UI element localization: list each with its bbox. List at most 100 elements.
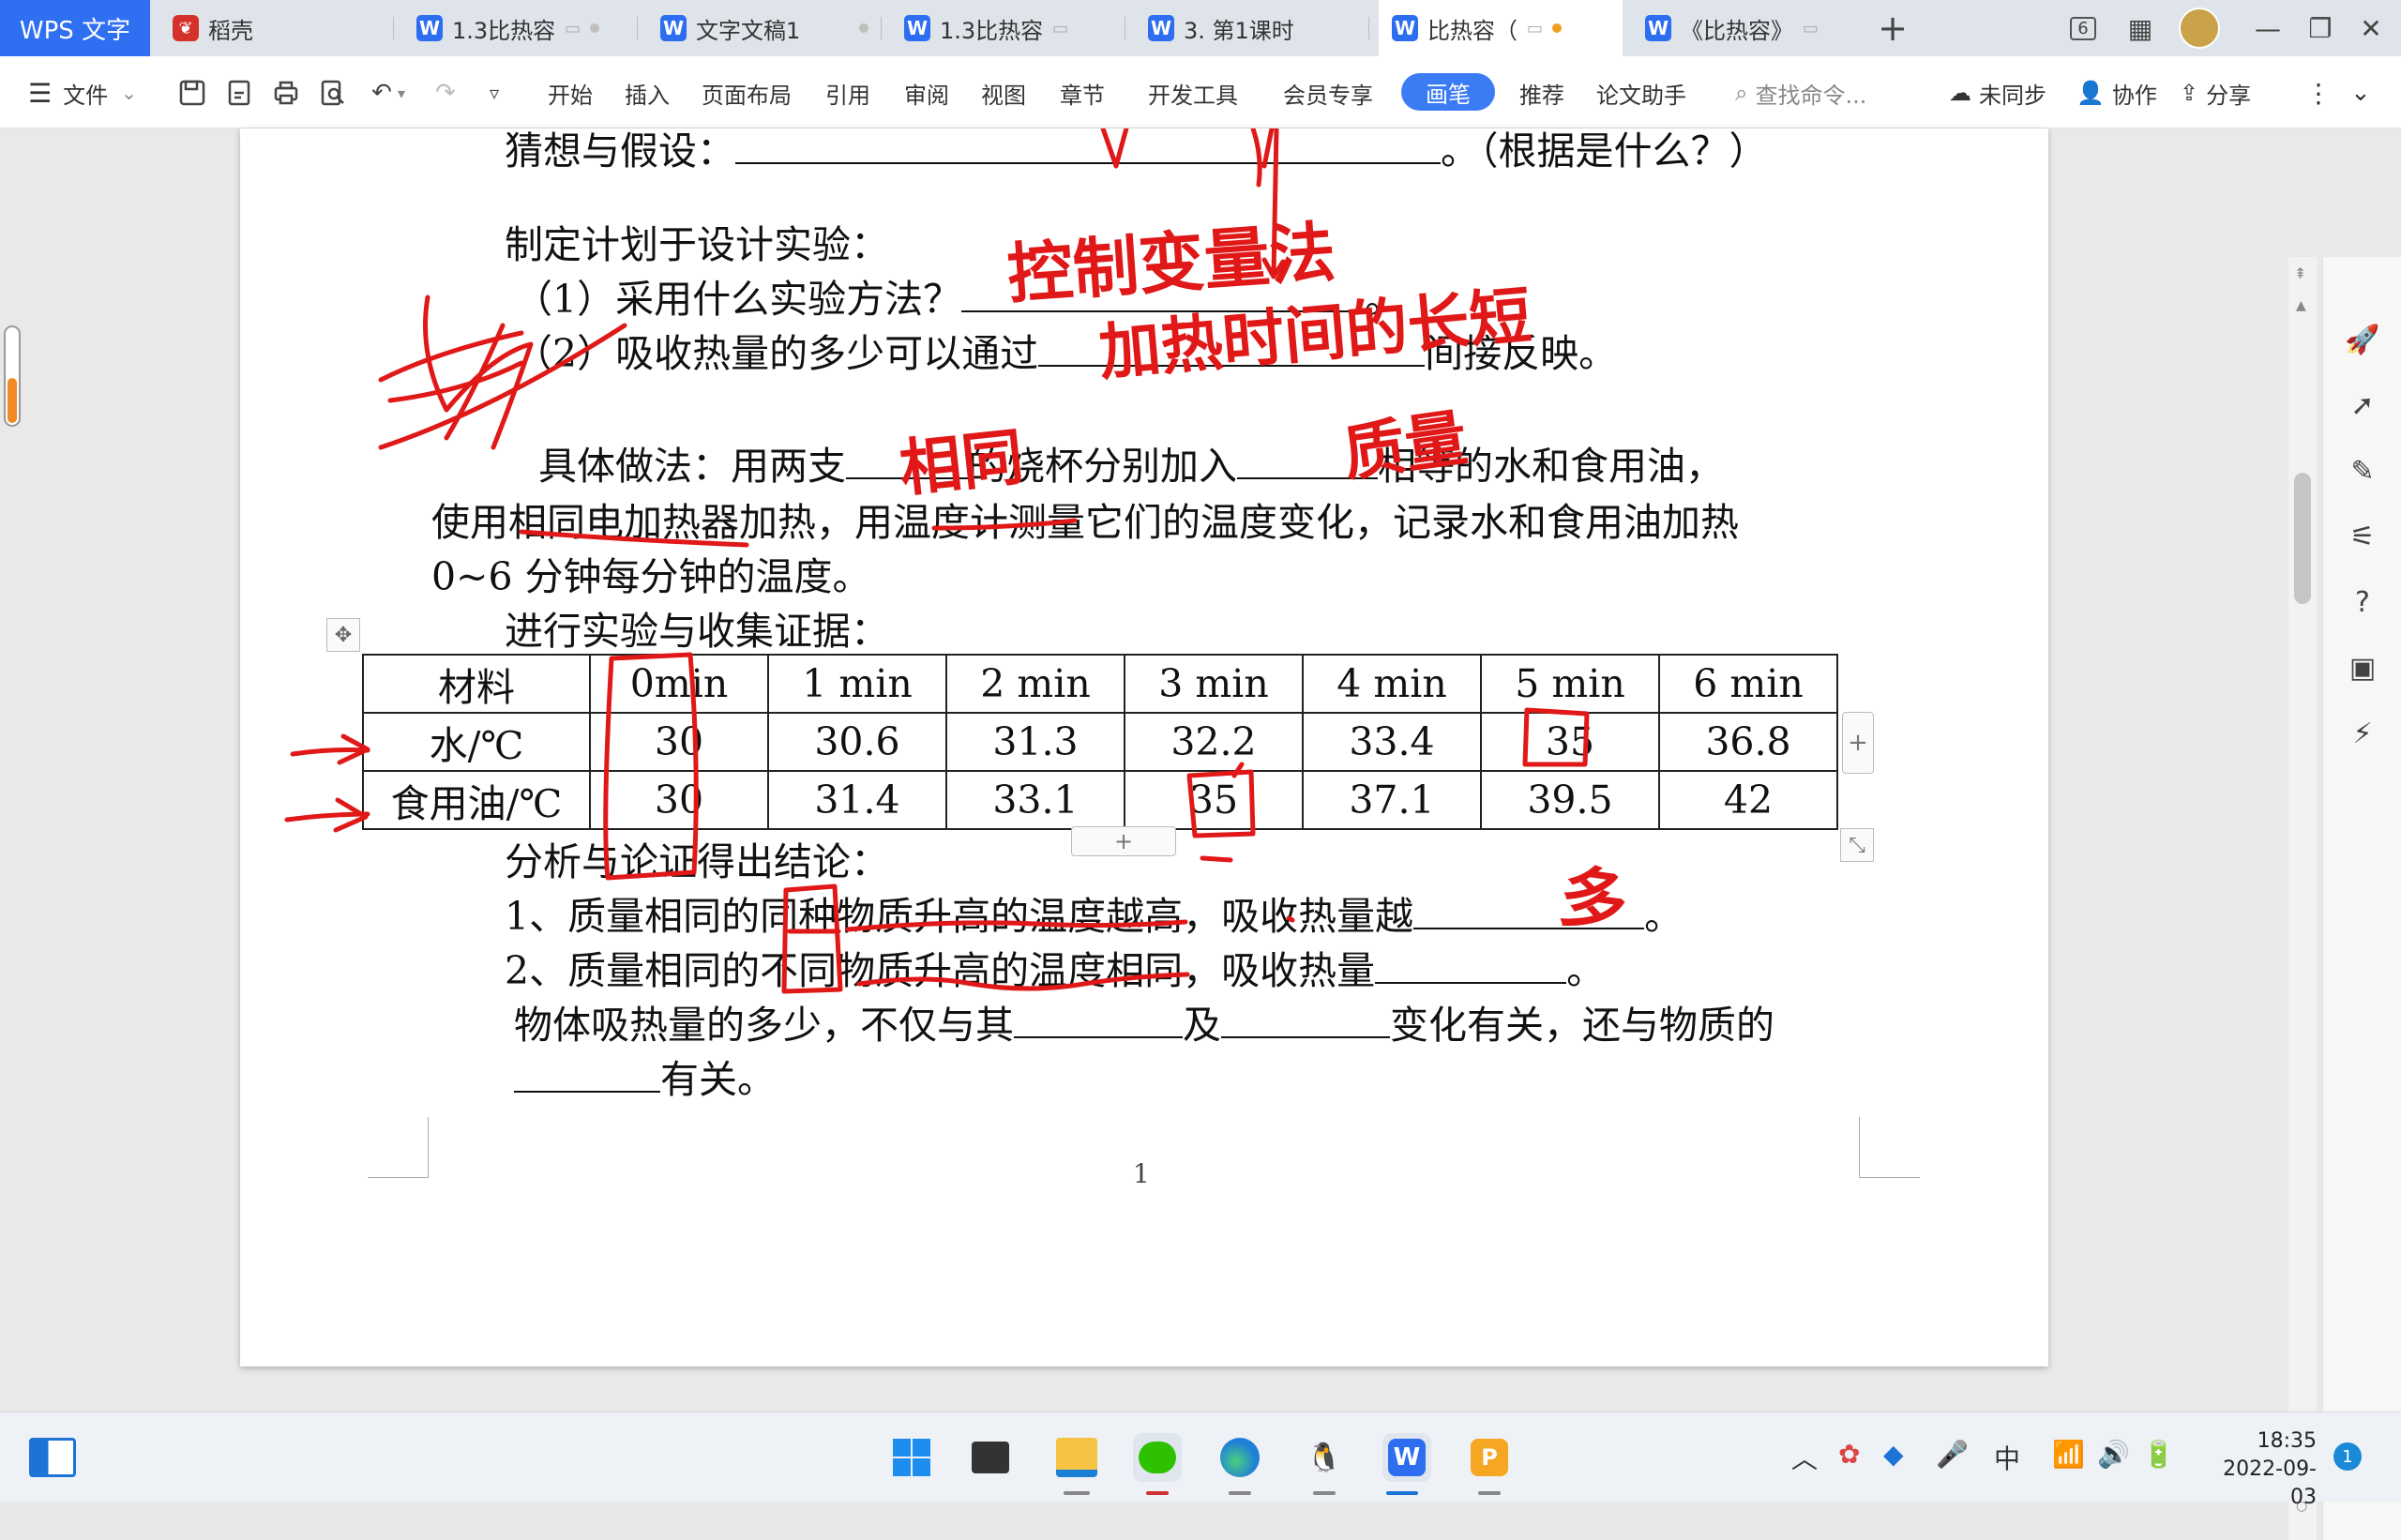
- method-blank-1[interactable]: [846, 445, 968, 479]
- rocket-icon[interactable]: 🚀: [2344, 321, 2381, 358]
- minimize-icon[interactable]: —: [2247, 9, 2288, 47]
- lightning-icon[interactable]: ⚡: [2344, 715, 2381, 752]
- close-icon[interactable]: ✕: [2350, 9, 2392, 47]
- menu-chapter[interactable]: 章节: [1060, 75, 1105, 111]
- q2-blank[interactable]: [1038, 333, 1426, 367]
- tab-doc-4[interactable]: W 3. 第1课时: [1135, 0, 1369, 56]
- wps-home-tab[interactable]: WPS 文字: [0, 0, 150, 56]
- table-cell[interactable]: 35: [1124, 770, 1304, 830]
- hypothesis-blank[interactable]: [735, 130, 1441, 164]
- tray-app-icon-2[interactable]: ◆: [1883, 1439, 1904, 1470]
- table-cell[interactable]: 30.6: [767, 712, 947, 772]
- unsaved-dot[interactable]: [1552, 23, 1563, 33]
- scroll-top-icon[interactable]: ⇞: [2294, 264, 2306, 282]
- add-row-icon[interactable]: +: [1071, 826, 1176, 856]
- table-cell[interactable]: 水/℃: [362, 712, 591, 772]
- tray-overflow-icon[interactable]: ︿: [1791, 1439, 1818, 1476]
- vertical-scrollbar[interactable]: ⇞ ▲ ▼ ⇡ ○: [2288, 257, 2317, 1540]
- wps-pdf-icon[interactable]: P: [1465, 1433, 1514, 1482]
- menu-recommend[interactable]: 推荐: [1519, 75, 1564, 111]
- tray-app-icon[interactable]: ✿: [1838, 1439, 1860, 1470]
- menu-view[interactable]: 视图: [981, 75, 1026, 111]
- sync-status[interactable]: ☁ 未同步: [1949, 75, 2046, 111]
- menu-page-layout[interactable]: 页面布局: [702, 75, 792, 111]
- export-pdf-icon[interactable]: [223, 77, 255, 109]
- file-menu[interactable]: ☰ 文件 ⌄: [28, 75, 137, 111]
- undo-icon[interactable]: ↶: [366, 77, 398, 109]
- print-preview-icon[interactable]: [317, 77, 349, 109]
- new-tab-button[interactable]: +: [1872, 8, 1913, 49]
- restore-icon[interactable]: ❐: [2300, 9, 2341, 47]
- share-button[interactable]: ⇪ 分享: [2180, 75, 2251, 111]
- table-cell[interactable]: 37.1: [1302, 770, 1482, 830]
- tab-daoke[interactable]: ❦ 稻壳: [159, 0, 394, 56]
- start-icon[interactable]: [887, 1433, 936, 1482]
- menu-start[interactable]: 开始: [548, 75, 593, 111]
- tab-doc-2[interactable]: W 文字文稿1: [647, 0, 882, 56]
- print-icon[interactable]: [270, 77, 302, 109]
- table-cell[interactable]: 42: [1658, 770, 1838, 830]
- c3-blank-2[interactable]: [1221, 1004, 1390, 1038]
- table-cell[interactable]: 31.4: [767, 770, 947, 830]
- table-move-handle-icon[interactable]: ✥: [326, 618, 360, 652]
- table-resize-icon[interactable]: ⤡: [1840, 828, 1874, 862]
- notification-badge[interactable]: 1: [2333, 1442, 2362, 1471]
- c1-blank[interactable]: [1413, 896, 1645, 929]
- table-cell[interactable]: 31.3: [945, 712, 1125, 772]
- table-cell[interactable]: 33.1: [945, 770, 1125, 830]
- zoom-gauge[interactable]: [4, 325, 21, 427]
- window-count-button[interactable]: 6: [2060, 9, 2107, 47]
- c4-blank[interactable]: [514, 1059, 660, 1093]
- select-cursor-icon[interactable]: ➚: [2344, 386, 2381, 424]
- avatar[interactable]: [2176, 8, 2223, 49]
- table-header-cell[interactable]: 5 min: [1480, 654, 1660, 714]
- menu-thesis[interactable]: 论文助手: [1596, 75, 1686, 111]
- table-cell[interactable]: 食用油/℃: [362, 770, 591, 830]
- q1-blank[interactable]: [961, 279, 1366, 312]
- document-page[interactable]: 猜想与假设： 。（根据是什么？） 制定计划于设计实验： （1）采用什么实验方法？ 。…: [240, 128, 2048, 1366]
- grid-apps-icon[interactable]: ▦: [2120, 9, 2161, 47]
- menu-review[interactable]: 审阅: [904, 75, 949, 111]
- table-header-cell[interactable]: 1 min: [767, 654, 947, 714]
- table-header-cell[interactable]: 2 min: [945, 654, 1125, 714]
- tab-doc-6[interactable]: W 《比热容》 ▭: [1632, 0, 1857, 56]
- qq-icon[interactable]: 🐧: [1300, 1433, 1349, 1482]
- save-icon[interactable]: [176, 77, 208, 109]
- menu-pen[interactable]: 画笔: [1401, 73, 1495, 111]
- collaborate-button[interactable]: 👤 协作: [2076, 75, 2157, 111]
- image-tools-icon[interactable]: ▣: [2344, 649, 2381, 687]
- wechat-icon[interactable]: [1133, 1433, 1182, 1482]
- table-cell[interactable]: 32.2: [1124, 712, 1304, 772]
- task-view-icon[interactable]: [28, 1433, 77, 1482]
- tab-doc-1[interactable]: W 1.3比热容 ▭: [403, 0, 638, 56]
- table-header-cell[interactable]: 6 min: [1658, 654, 1838, 714]
- table-cell[interactable]: 39.5: [1480, 770, 1660, 830]
- customize-toolbar-icon[interactable]: ▿: [478, 77, 510, 109]
- ime-indicator[interactable]: 中: [1994, 1439, 2020, 1476]
- data-table[interactable]: 材料 0min 1 min 2 min 3 min 4 min 5 min 6 …: [362, 654, 1838, 830]
- collapse-ribbon-icon[interactable]: ⌄: [2350, 75, 2371, 111]
- table-header-cell[interactable]: 材料: [362, 654, 591, 714]
- table-header-cell[interactable]: 0min: [589, 654, 769, 714]
- menu-references[interactable]: 引用: [825, 75, 870, 111]
- table-cell[interactable]: 35: [1480, 712, 1660, 772]
- wifi-icon[interactable]: 📶: [2052, 1439, 2085, 1470]
- scroll-up-icon[interactable]: ▲: [2296, 298, 2306, 313]
- tab-close-dot[interactable]: [859, 23, 868, 33]
- table-cell[interactable]: 30: [589, 712, 769, 772]
- table-cell[interactable]: 30: [589, 770, 769, 830]
- desktop-app-icon[interactable]: [966, 1433, 1015, 1482]
- c3-blank-1[interactable]: [1014, 1004, 1183, 1038]
- tab-doc-3[interactable]: W 1.3比热容 ▭: [891, 0, 1125, 56]
- menu-member[interactable]: 会员专享: [1283, 75, 1373, 111]
- method-blank-2[interactable]: [1237, 445, 1378, 479]
- menu-developer[interactable]: 开发工具: [1148, 75, 1238, 111]
- redo-icon[interactable]: ↷: [430, 77, 461, 109]
- menu-insert[interactable]: 插入: [625, 75, 670, 111]
- volume-icon[interactable]: 🔊: [2097, 1439, 2130, 1470]
- more-icon[interactable]: ⋮: [2305, 75, 2332, 111]
- help-icon[interactable]: ?: [2344, 583, 2381, 621]
- table-cell[interactable]: 33.4: [1302, 712, 1482, 772]
- undo-dropdown-icon[interactable]: ▾: [394, 77, 409, 109]
- command-search[interactable]: ⌕ 查找命令...: [1735, 75, 1866, 111]
